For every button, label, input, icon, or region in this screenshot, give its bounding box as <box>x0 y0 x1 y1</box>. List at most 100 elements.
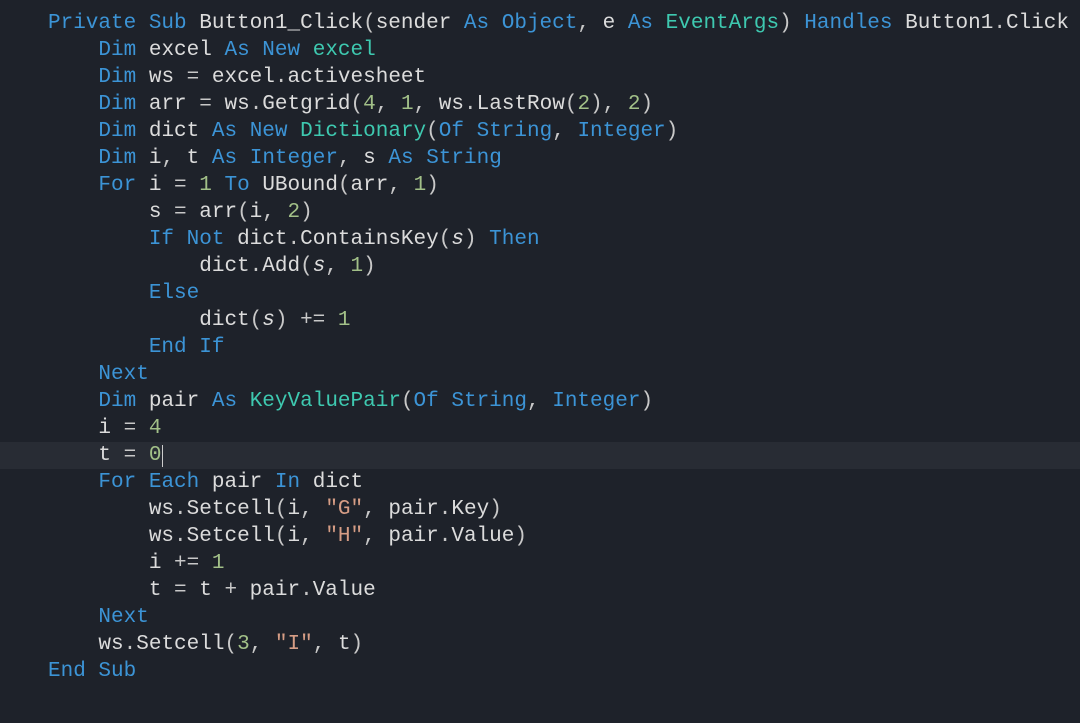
code-token <box>136 471 149 494</box>
code-token: excel <box>149 39 212 62</box>
code-token: As <box>388 147 413 170</box>
code-token: ws <box>149 525 174 548</box>
code-token: ( <box>401 390 414 413</box>
code-token: s <box>149 201 162 224</box>
code-token <box>250 174 263 197</box>
code-token: ) <box>363 255 376 278</box>
code-token: ContainsKey <box>300 228 439 251</box>
code-token: ws <box>439 93 464 116</box>
code-token: ) += <box>275 309 338 332</box>
code-line[interactable]: Dim excel As New excel <box>0 37 1080 64</box>
code-token <box>136 390 149 413</box>
code-line[interactable]: Dim ws = excel.activesheet <box>0 64 1080 91</box>
code-token: dict <box>313 471 363 494</box>
code-token: , <box>325 255 350 278</box>
code-token: 1 <box>351 255 364 278</box>
code-token <box>48 444 98 467</box>
code-line[interactable]: t = 0 <box>0 442 1080 469</box>
code-token: Integer <box>577 120 665 143</box>
code-token <box>136 12 149 35</box>
code-line[interactable]: Else <box>0 280 1080 307</box>
code-token <box>174 228 187 251</box>
code-token: To <box>224 174 249 197</box>
code-token: ( <box>237 201 250 224</box>
code-token: As <box>212 120 237 143</box>
code-token <box>199 120 212 143</box>
code-line[interactable]: Dim arr = ws.Getgrid(4, 1, ws.LastRow(2)… <box>0 91 1080 118</box>
code-token: Key <box>451 498 489 521</box>
code-token <box>464 120 477 143</box>
code-token: ) <box>300 201 313 224</box>
code-token <box>48 93 98 116</box>
code-token: New <box>250 120 288 143</box>
code-token: 1 <box>414 174 427 197</box>
code-token: 2 <box>577 93 590 116</box>
code-editor[interactable]: Private Sub Button1_Click(sender As Obje… <box>0 0 1080 685</box>
code-token: i <box>287 525 300 548</box>
code-token: s <box>262 309 275 332</box>
code-token: ) <box>426 174 439 197</box>
code-token <box>48 255 199 278</box>
code-token: "I" <box>275 633 313 656</box>
code-token: For <box>98 471 136 494</box>
code-token <box>451 12 464 35</box>
code-token <box>615 12 628 35</box>
code-token <box>48 309 199 332</box>
code-token: excel <box>313 39 376 62</box>
code-token <box>48 471 98 494</box>
code-token <box>48 525 149 548</box>
code-token <box>439 390 452 413</box>
code-token: i <box>287 498 300 521</box>
code-token: ( <box>275 498 288 521</box>
code-token: 3 <box>237 633 250 656</box>
code-token: pair <box>388 525 438 548</box>
code-token: As <box>212 390 237 413</box>
code-token: , <box>552 120 577 143</box>
code-token: Click <box>1006 12 1069 35</box>
code-token: 1 <box>401 93 414 116</box>
code-line[interactable]: Private Sub Button1_Click(sender As Obje… <box>0 10 1080 37</box>
code-line[interactable]: End If <box>0 334 1080 361</box>
code-line[interactable]: End Sub <box>0 658 1080 685</box>
code-token <box>48 363 98 386</box>
code-line[interactable]: ws.Setcell(i, "G", pair.Key) <box>0 496 1080 523</box>
code-line[interactable]: ws.Setcell(3, "I", t) <box>0 631 1080 658</box>
code-token: i <box>149 147 162 170</box>
code-token: ws <box>149 66 174 89</box>
code-token: = <box>161 579 199 602</box>
code-line[interactable]: i = 4 <box>0 415 1080 442</box>
code-line[interactable]: dict.Add(s, 1) <box>0 253 1080 280</box>
code-line[interactable]: Dim dict As New Dictionary(Of String, In… <box>0 118 1080 145</box>
code-token <box>136 93 149 116</box>
code-token: arr <box>149 93 187 116</box>
code-line[interactable]: t = t + pair.Value <box>0 577 1080 604</box>
code-token: pair <box>250 579 300 602</box>
code-token <box>48 282 149 305</box>
code-token: s <box>363 147 376 170</box>
code-token <box>48 39 98 62</box>
code-token: , <box>388 174 413 197</box>
code-token: ( <box>351 93 364 116</box>
code-line[interactable]: Dim i, t As Integer, s As String <box>0 145 1080 172</box>
code-line[interactable]: Dim pair As KeyValuePair(Of String, Inte… <box>0 388 1080 415</box>
code-line[interactable]: Next <box>0 604 1080 631</box>
code-line[interactable]: For Each pair In dict <box>0 469 1080 496</box>
code-line[interactable]: dict(s) += 1 <box>0 307 1080 334</box>
code-token: Sub <box>98 660 136 683</box>
code-line[interactable]: For i = 1 To UBound(arr, 1) <box>0 172 1080 199</box>
code-token <box>288 120 301 143</box>
code-line[interactable]: If Not dict.ContainsKey(s) Then <box>0 226 1080 253</box>
code-line[interactable]: i += 1 <box>0 550 1080 577</box>
code-line[interactable]: s = arr(i, 2) <box>0 199 1080 226</box>
code-token: ) <box>640 93 653 116</box>
code-token: "H" <box>325 525 363 548</box>
code-line[interactable]: ws.Setcell(i, "H", pair.Value) <box>0 523 1080 550</box>
code-token <box>376 147 389 170</box>
code-token <box>262 471 275 494</box>
code-token: . <box>993 12 1006 35</box>
code-token: UBound <box>262 174 338 197</box>
code-line[interactable]: Next <box>0 361 1080 388</box>
code-token: 1 <box>212 552 225 575</box>
code-token <box>48 417 98 440</box>
code-token: ws <box>224 93 249 116</box>
